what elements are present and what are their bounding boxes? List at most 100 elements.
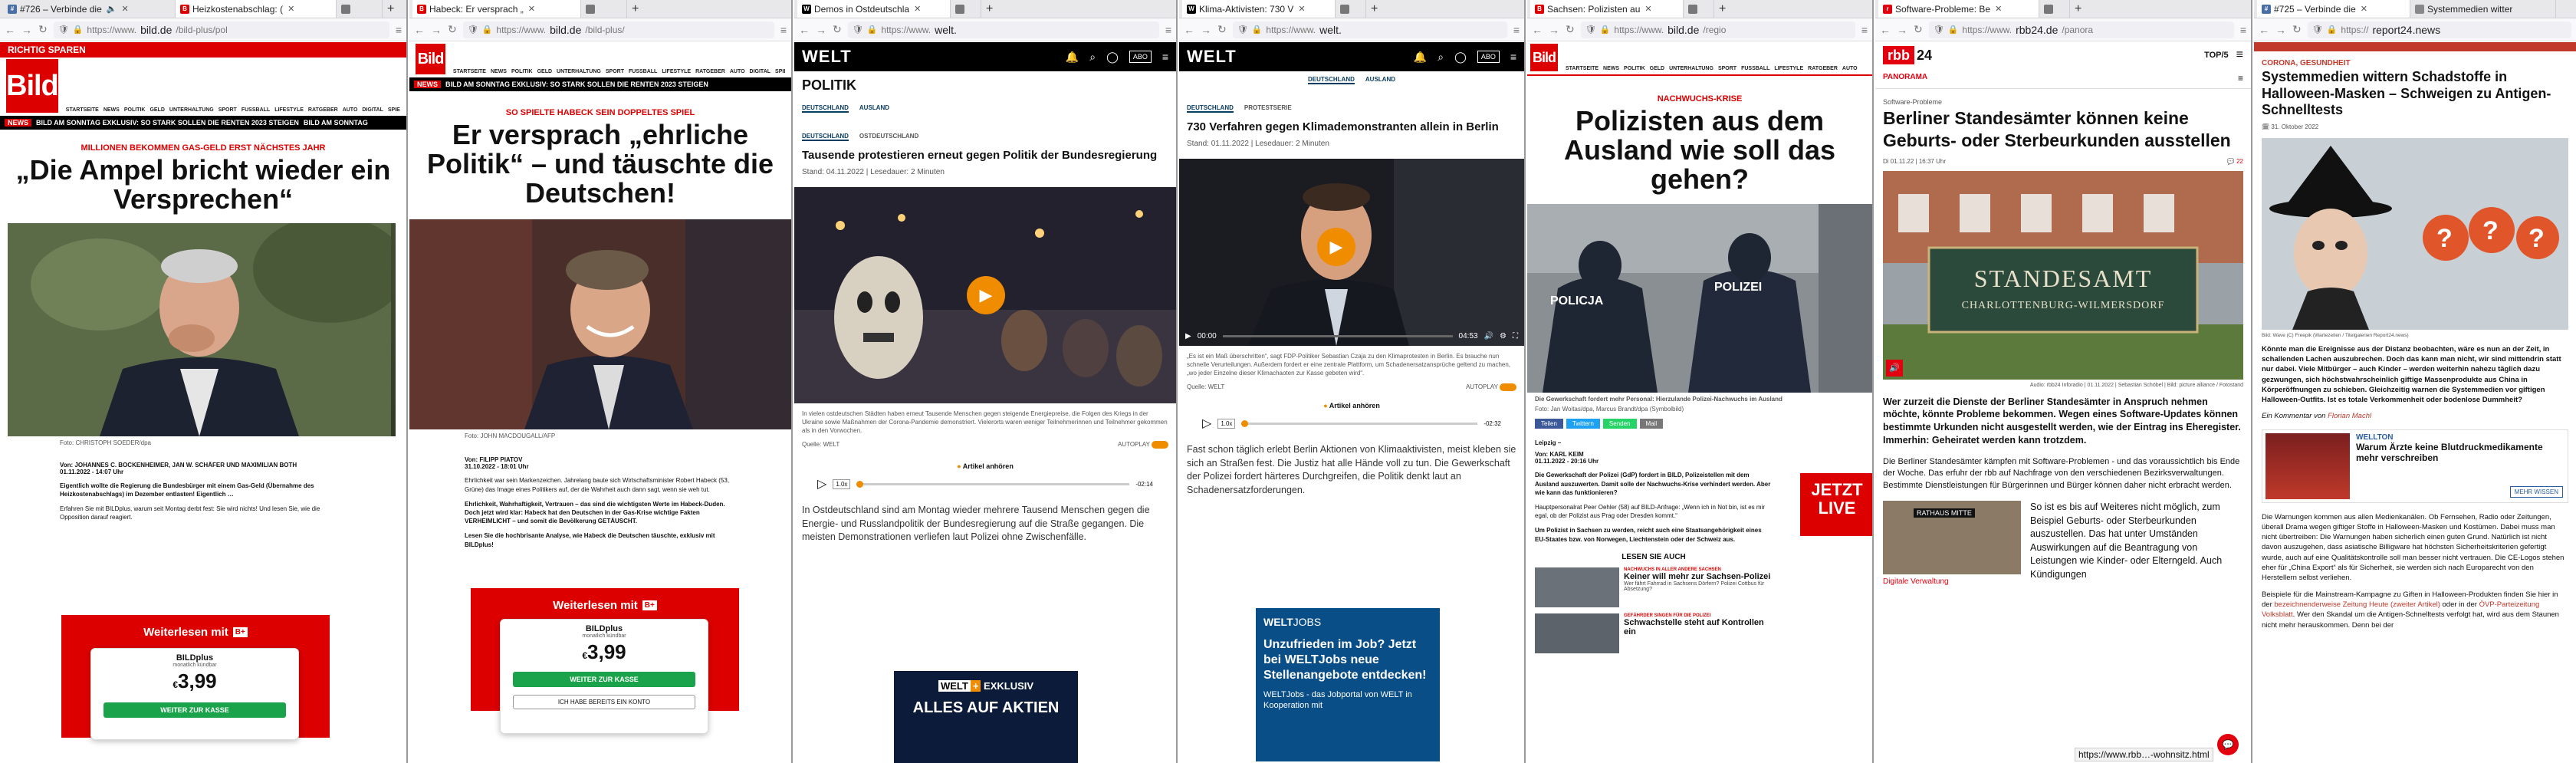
menu-icon[interactable]: ≡ (2240, 24, 2246, 36)
share-whatsapp-button[interactable]: Senden (1602, 419, 1637, 429)
audio-play-icon[interactable]: ▷ (1202, 416, 1211, 431)
new-tab-button[interactable]: + (1366, 0, 1382, 18)
forward-icon[interactable]: → (1897, 24, 1907, 36)
nav-item-fussball[interactable]: Fussball (1741, 66, 1769, 71)
welt-logo[interactable]: WELT (1187, 47, 1237, 67)
news-ticker[interactable]: NEWS BILD AM SONNTAG EXKLUSIV: SO STARK S… (0, 116, 406, 130)
new-tab-button[interactable]: + (627, 0, 643, 18)
reload-icon[interactable]: ↻ (833, 23, 842, 36)
author-link[interactable]: Florian Machl (2328, 412, 2371, 420)
nav-item-news[interactable]: News (1603, 66, 1619, 71)
reload-icon[interactable]: ↻ (1217, 23, 1227, 36)
bell-icon[interactable]: 🔔 (1066, 51, 1079, 64)
close-icon[interactable]: ✕ (1298, 4, 1305, 14)
forward-icon[interactable]: → (431, 24, 442, 36)
nav-item-startseite[interactable]: Startseite (1566, 66, 1598, 71)
volume-icon[interactable]: 🔊 (1484, 332, 1493, 340)
related-item-2[interactable]: GEFÄHRDER SINGEN FÜR DIE POLIZEI Schwachs… (1535, 613, 1773, 653)
subnav-ausland[interactable]: AUSLAND (859, 104, 889, 113)
speaker-icon[interactable]: 🔈 (107, 4, 117, 14)
nav-item-auto[interactable]: Auto (730, 69, 745, 74)
subnav-ausland[interactable]: AUSLAND (1365, 76, 1395, 84)
play-button[interactable]: ▶ (967, 275, 1005, 314)
menu-icon[interactable]: ≡ (1861, 24, 1868, 36)
search-icon[interactable]: ⌕ (1438, 51, 1444, 64)
audio-play-icon[interactable]: ▷ (817, 476, 826, 492)
autoplay-toggle[interactable] (1152, 441, 1168, 449)
nav-item-politik[interactable]: Politik (511, 69, 533, 74)
share-mail-button[interactable]: Mail (1639, 419, 1664, 429)
reload-icon[interactable]: ↻ (2292, 23, 2302, 36)
tab-demos[interactable]: W Demos in Ostdeutschla ✕ (797, 0, 951, 18)
menu-icon[interactable]: ≡ (780, 24, 787, 36)
welt-logo[interactable]: WELT (802, 47, 852, 67)
link-heute[interactable]: bezeichnenderweise Zeitung Heute (zweite… (2274, 600, 2440, 609)
nav-item-sport[interactable]: Sport (219, 107, 237, 113)
nav-item-ratgeber[interactable]: Ratgeber (308, 107, 338, 113)
nav-item-unterhaltung[interactable]: Unterhaltung (1669, 66, 1714, 71)
section-label[interactable]: PANORAMA (1883, 73, 1927, 84)
close-icon[interactable]: ✕ (528, 4, 535, 14)
article-photo[interactable]: POLICJA POLIZEI (1527, 204, 1872, 393)
back-icon[interactable]: ← (1880, 24, 1891, 36)
nav-item-lifestyle[interactable]: Lifestyle (1774, 66, 1803, 71)
rbb-logo[interactable]: rbb 24 (1883, 45, 1932, 64)
close-icon[interactable]: ✕ (1644, 4, 1651, 14)
menu-icon[interactable]: ≡ (1165, 24, 1171, 36)
abo-button[interactable]: ABO (1477, 51, 1500, 63)
search-icon[interactable]: ⌕ (1089, 51, 1096, 64)
close-icon[interactable]: ✕ (288, 4, 294, 14)
comment-fab[interactable]: 💬 (2217, 734, 2239, 755)
tab-habeck[interactable]: B Habeck: Er versprach „ ✕ (412, 0, 581, 18)
bild-logo[interactable]: Bild (6, 59, 59, 113)
subnav-deutschland[interactable]: DEUTSCHLAND (1308, 76, 1355, 84)
exklusiv-ad[interactable]: WELT + EXKLUSIV ALLES AUF AKTIEN (894, 671, 1078, 763)
video-player[interactable]: ▶ (794, 186, 1176, 403)
back-icon[interactable]: ← (1184, 24, 1194, 36)
url-field[interactable]: 🛡 🔒 https://www. bild.de/regio (1580, 21, 1855, 38)
nav-item-sport[interactable]: Sport (606, 69, 624, 74)
nav-item-fussball[interactable]: Fussball (242, 107, 270, 113)
speed-button[interactable]: 1.0x (1217, 418, 1236, 429)
forward-icon[interactable]: → (2275, 24, 2286, 36)
promo-banner[interactable]: RICHTIG SPAREN (0, 42, 406, 58)
reload-icon[interactable]: ↻ (1566, 23, 1575, 36)
back-icon[interactable]: ← (5, 24, 15, 36)
tab-other[interactable] (951, 0, 981, 18)
bildplus-offer-card[interactable]: BILDplus monatlich kündbar €3,99 WEITER … (90, 648, 299, 740)
article-photo[interactable] (409, 219, 791, 430)
checkout-button[interactable]: WEITER ZUR KASSE (513, 672, 695, 687)
nav-item-lifestyle[interactable]: Lifestyle (274, 107, 304, 113)
weltjobs-ad[interactable]: WELTJOBS Unzufrieden im Job? Jetzt bei W… (1256, 608, 1440, 761)
nav-item-unterhaltung[interactable]: Unterhaltung (169, 107, 214, 113)
hamburger-icon[interactable]: ≡ (1162, 51, 1168, 63)
forward-icon[interactable]: → (1549, 24, 1559, 36)
bild-logo[interactable]: Bild (1530, 44, 1558, 71)
back-icon[interactable]: ← (2259, 24, 2269, 36)
url-field[interactable]: 🛡 🔒 https://report24.news (2307, 21, 2571, 38)
close-icon[interactable]: ✕ (914, 4, 921, 14)
nav-item-geld[interactable]: Geld (150, 107, 164, 113)
forward-icon[interactable]: → (1201, 24, 1211, 36)
audio-progress[interactable] (856, 480, 1130, 488)
audio-knob[interactable] (856, 480, 864, 488)
url-field[interactable]: 🛡 🔒 https://www. bild.de/bild-plus/ (462, 21, 774, 38)
subnav-deutschland[interactable]: DEUTSCHLAND (802, 104, 849, 113)
category[interactable]: CORONA, GESUNDHEIT (2254, 51, 2576, 69)
login-button[interactable]: ICH HABE BEREITS EIN KONTO (513, 695, 695, 709)
new-tab-button[interactable]: + (981, 0, 997, 18)
fullscreen-icon[interactable]: ⛶ (1513, 332, 1518, 340)
share-twitter-button[interactable]: Twittern (1566, 419, 1600, 429)
nav-item-geld[interactable]: Geld (537, 69, 552, 74)
top5-link[interactable]: TOP/5 (2204, 51, 2229, 60)
back-icon[interactable]: ← (414, 24, 425, 36)
tab-software[interactable]: r Software-Probleme: Be ✕ (1878, 0, 2039, 18)
nav-item-politik[interactable]: Politik (124, 107, 146, 113)
forward-icon[interactable]: → (21, 24, 32, 36)
audio-icon[interactable]: 🔊 (1886, 359, 1903, 377)
nav-item-startseite[interactable]: Startseite (66, 107, 99, 113)
tab-other[interactable] (337, 0, 383, 18)
video-scrubber[interactable] (1222, 335, 1453, 338)
nav-item-unterhaltung[interactable]: Unterhaltung (557, 69, 601, 74)
bell-icon[interactable]: 🔔 (1414, 51, 1427, 64)
